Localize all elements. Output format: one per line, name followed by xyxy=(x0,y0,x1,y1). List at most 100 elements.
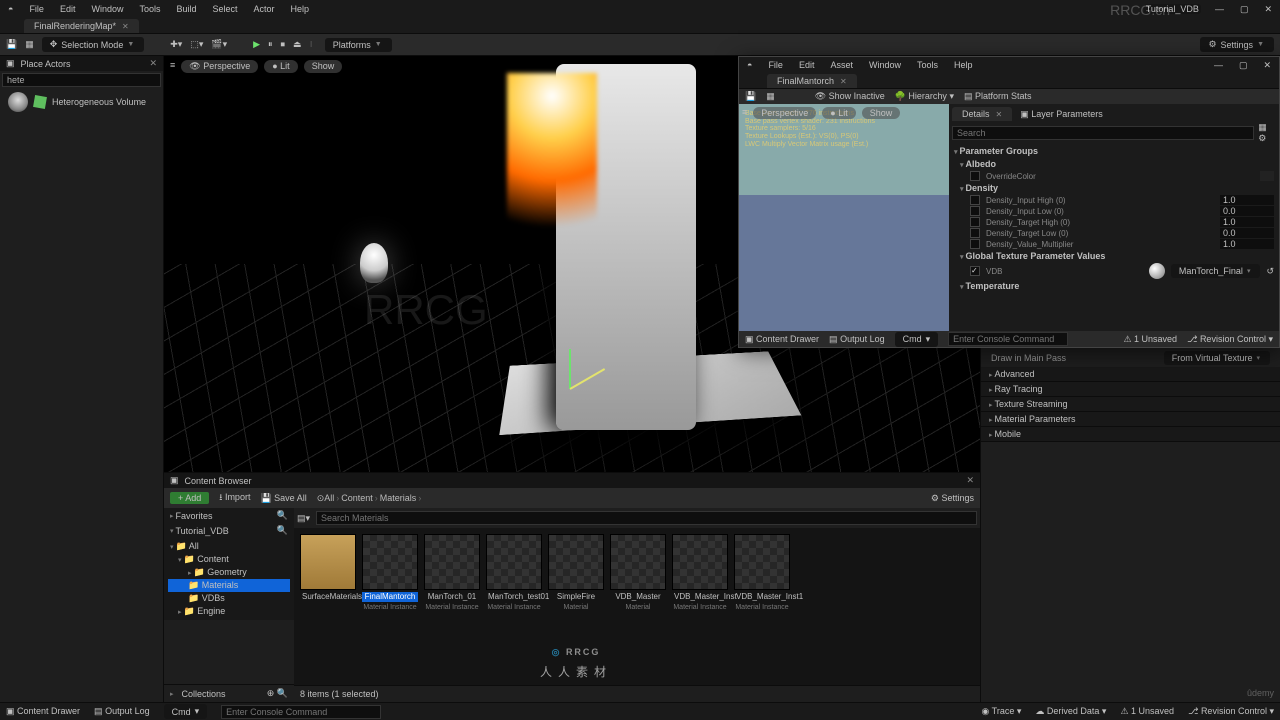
me-cmd[interactable]: Cmd ▾ xyxy=(895,332,939,347)
transform-gizmo[interactable] xyxy=(539,329,599,389)
me-menu-help[interactable]: Help xyxy=(952,60,975,70)
tree-vdbs[interactable]: 📁 VDBs xyxy=(168,592,290,605)
cb-collections[interactable]: ▸Collections⊕ 🔍 xyxy=(164,684,294,702)
save-icon[interactable]: 💾 xyxy=(745,91,756,102)
asset-item[interactable]: VDB_Master_InstMaterial Instance xyxy=(672,534,728,611)
tree-content[interactable]: ▾📁 Content xyxy=(168,553,290,566)
vdb-dropdown[interactable]: ManTorch_Final ▾ xyxy=(1171,264,1261,278)
asset-item[interactable]: SimpleFireMaterial xyxy=(548,534,604,611)
section-texstream[interactable]: ▸Texture Streaming xyxy=(981,397,1280,412)
menu-select[interactable]: Select xyxy=(211,4,240,14)
me-persp[interactable]: Perspective xyxy=(753,107,816,119)
asset-item[interactable]: ManTorch_test01Material Instance xyxy=(486,534,542,611)
cb-saveall-button[interactable]: 💾 Save All xyxy=(260,493,306,504)
section-advanced4[interactable]: ▸Advanced xyxy=(981,367,1280,382)
cb-breadcrumb[interactable]: ⊙All›Content›Materials› xyxy=(317,493,424,504)
val[interactable]: 1.0 xyxy=(1220,217,1274,227)
platform-stats-button[interactable]: ▤ Platform Stats xyxy=(964,91,1032,102)
me-menu-window[interactable]: Window xyxy=(867,60,903,70)
sb-log[interactable]: ▤ Output Log xyxy=(94,706,150,717)
sb-trace[interactable]: ◉ Trace ▾ xyxy=(981,706,1021,717)
me-details-tab[interactable]: Details✕ xyxy=(952,107,1012,121)
me-log[interactable]: ▤ Output Log xyxy=(829,334,885,345)
me-menu-icon[interactable]: ≡ xyxy=(742,107,747,119)
pause-icon[interactable]: ⏸ xyxy=(268,39,273,50)
stop-icon[interactable]: ⏹ xyxy=(281,39,286,50)
viewport-perspective[interactable]: 👁 Perspective xyxy=(181,60,258,73)
window-min-icon[interactable]: — xyxy=(1212,60,1225,70)
me-show[interactable]: Show xyxy=(862,107,901,119)
window-close-icon[interactable]: ✕ xyxy=(1261,60,1273,71)
group-param[interactable]: ▾Parameter Groups xyxy=(952,145,1276,157)
viewport-lit[interactable]: ● Lit xyxy=(264,60,297,73)
asset-search[interactable] xyxy=(316,511,977,525)
actor-item[interactable]: Heterogeneous Volume xyxy=(0,89,163,115)
add-content-icon[interactable]: ✚▾ xyxy=(170,39,182,50)
group-temperature[interactable]: ▾Temperature xyxy=(952,280,1276,292)
me-lit[interactable]: ● Lit xyxy=(822,107,855,119)
cb-add-button[interactable]: + Add xyxy=(170,492,209,504)
asset-item[interactable]: VDB_Master_Inst1Material Instance xyxy=(734,534,790,611)
group-albedo[interactable]: ▾Albedo xyxy=(952,158,1276,170)
close-icon[interactable]: ✕ xyxy=(149,58,157,69)
reset-icon[interactable]: ↺ xyxy=(1266,266,1274,277)
settings-icon[interactable]: ▦ ⚙ xyxy=(1258,122,1276,144)
place-actors-search[interactable] xyxy=(2,73,161,87)
close-icon[interactable]: ✕ xyxy=(966,475,974,486)
me-menu-file[interactable]: File xyxy=(766,60,785,70)
me-revision[interactable]: ⎇ Revision Control ▾ xyxy=(1187,334,1273,345)
material-ball-icon[interactable] xyxy=(1149,263,1165,279)
me-drawer[interactable]: ▣ Content Drawer xyxy=(745,334,819,345)
sb-drawer[interactable]: ▣ Content Drawer xyxy=(6,706,80,717)
menu-build[interactable]: Build xyxy=(175,4,199,14)
project-tab[interactable]: Tutorial_VDB xyxy=(1144,4,1201,14)
viewport-menu-icon[interactable]: ≡ xyxy=(170,60,175,73)
me-unsaved[interactable]: ⚠ 1 Unsaved xyxy=(1123,334,1177,345)
me-menu-tools[interactable]: Tools xyxy=(915,60,940,70)
play-options-icon[interactable]: ⠇ xyxy=(310,41,317,49)
cb-favorites[interactable]: ▸Favorites🔍 xyxy=(164,508,294,523)
val[interactable]: 1.0 xyxy=(1220,239,1274,249)
val[interactable]: 0.0 xyxy=(1220,228,1274,238)
asset-item[interactable]: VDB_MasterMaterial xyxy=(610,534,666,611)
color-swatch[interactable] xyxy=(1260,171,1274,181)
sequencer-icon[interactable]: 🎬▾ xyxy=(211,39,227,50)
sb-unsaved[interactable]: ⚠ 1 Unsaved xyxy=(1120,706,1174,717)
section-matparam[interactable]: ▸Material Parameters xyxy=(981,412,1280,427)
browse-icon[interactable]: ▦ xyxy=(25,39,34,50)
sb-derived[interactable]: ☁ Derived Data ▾ xyxy=(1035,706,1106,717)
window-min-icon[interactable]: — xyxy=(1213,4,1226,14)
tree-all[interactable]: ▾📁 All xyxy=(168,540,290,553)
menu-help[interactable]: Help xyxy=(289,4,312,14)
close-icon[interactable]: ✕ xyxy=(122,22,129,31)
sb-cmd-input[interactable] xyxy=(221,705,381,719)
me-tab[interactable]: FinalMantorch✕ xyxy=(767,74,857,88)
tree-materials[interactable]: 📁 Materials xyxy=(168,579,290,592)
material-editor-window[interactable]: ◓ File Edit Asset Window Tools Help — ▢ … xyxy=(738,56,1280,348)
cb-tab[interactable]: ▣ Content Browser ✕ xyxy=(164,473,980,488)
menu-tools[interactable]: Tools xyxy=(137,4,162,14)
save-icon[interactable]: 💾 xyxy=(6,39,17,50)
level-tab[interactable]: FinalRenderingMap* ✕ xyxy=(24,19,139,33)
vdb-check[interactable] xyxy=(970,266,980,276)
asset-item[interactable]: FinalMantorchMaterial Instance xyxy=(362,534,418,611)
place-actors-header[interactable]: ▣ Place Actors ✕ xyxy=(0,56,163,71)
drawmain-dropdown[interactable]: From Virtual Texture ▾ xyxy=(1164,351,1270,365)
viewport-show[interactable]: Show xyxy=(304,60,343,73)
me-search[interactable] xyxy=(952,126,1254,140)
asset-item[interactable]: ManTorch_01Material Instance xyxy=(424,534,480,611)
section-raytracing[interactable]: ▸Ray Tracing xyxy=(981,382,1280,397)
group-global[interactable]: ▾Global Texture Parameter Values xyxy=(952,250,1276,262)
sb-cmd[interactable]: Cmd ▾ xyxy=(164,704,208,719)
filter-icon[interactable]: ▤▾ xyxy=(297,513,310,524)
val[interactable]: 1.0 xyxy=(1220,195,1274,205)
cb-root[interactable]: ▾Tutorial_VDB🔍 xyxy=(164,523,294,538)
me-menu-edit[interactable]: Edit xyxy=(797,60,817,70)
tree-geometry[interactable]: ▸📁 Geometry xyxy=(168,566,290,579)
me-layer-tab[interactable]: ▣ Layer Parameters xyxy=(1020,109,1103,120)
tree-engine[interactable]: ▸📁 Engine xyxy=(168,605,290,618)
browse-icon[interactable]: ▦ xyxy=(766,91,775,102)
show-inactive-button[interactable]: 👁 Show Inactive xyxy=(815,91,885,102)
menu-window[interactable]: Window xyxy=(89,4,125,14)
close-icon[interactable]: ✕ xyxy=(840,77,847,86)
